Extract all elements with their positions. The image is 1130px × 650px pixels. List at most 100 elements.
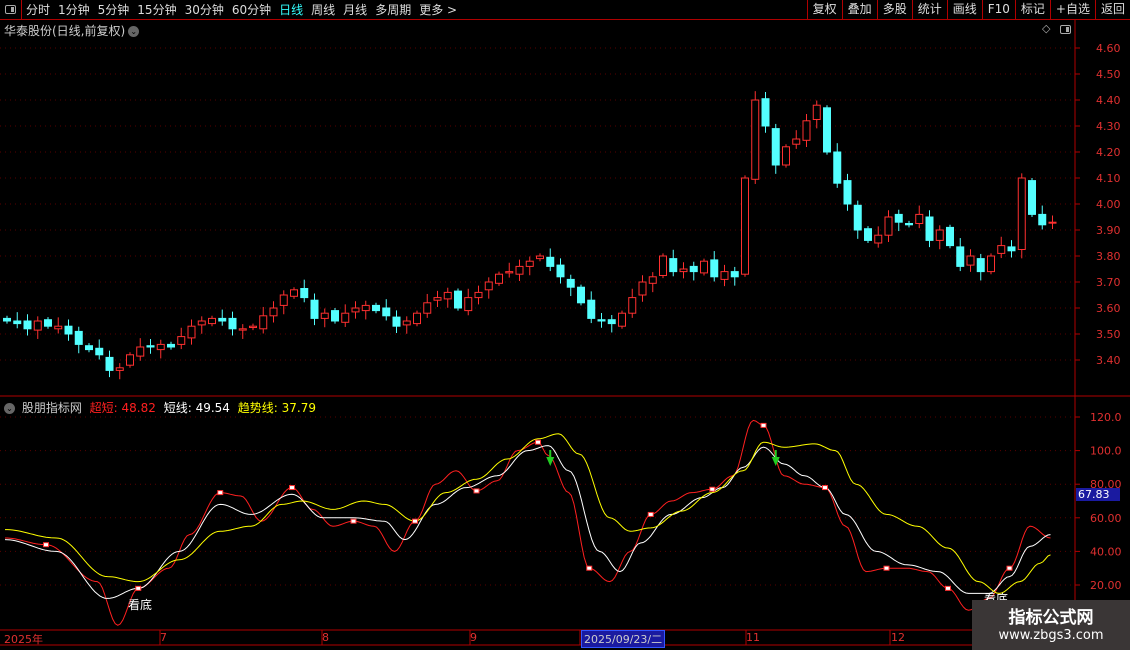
- candle-down: [956, 246, 965, 267]
- candle-up: [341, 312, 350, 323]
- candle-up: [648, 276, 657, 284]
- candle-down: [382, 307, 391, 317]
- signal-marker: [822, 485, 828, 491]
- candle-down: [146, 345, 155, 348]
- candle-down: [546, 256, 555, 267]
- candle-up: [54, 325, 63, 330]
- fast-line: [5, 419, 1051, 626]
- candle-up: [433, 297, 442, 301]
- candle-up: [238, 328, 247, 331]
- candle-up: [915, 213, 924, 224]
- candle-up: [443, 291, 452, 300]
- trend-line: [5, 433, 1051, 594]
- signal-marker: [350, 518, 357, 524]
- date-label: 2025年: [4, 633, 43, 646]
- candle-up: [413, 312, 421, 325]
- date-label: 9: [470, 631, 477, 644]
- candle-down: [74, 330, 83, 345]
- signal-marker: [43, 542, 49, 548]
- candle-up: [741, 177, 749, 275]
- candle-up: [208, 317, 216, 325]
- candle-up: [351, 307, 360, 313]
- sell-arrow-icon: [546, 450, 555, 466]
- candle-up: [259, 315, 268, 330]
- kline-chart[interactable]: 4.60 4.50 4.40 4.30 4.20 4.10 4.00 3.90 3.80 3.70…: [0, 0, 1130, 650]
- candle-down: [64, 325, 73, 335]
- candle-up: [618, 312, 626, 327]
- candle-up: [812, 104, 821, 120]
- candle-up: [249, 325, 257, 329]
- price-tick-label: 4.20: [1096, 146, 1121, 159]
- candle-down: [823, 107, 831, 153]
- indicator-name[interactable]: 股朋指标网: [22, 401, 82, 415]
- candle-down: [577, 286, 585, 304]
- candle-up: [720, 271, 729, 280]
- candle-down: [372, 304, 380, 312]
- candle-down: [1028, 180, 1036, 215]
- price-tick-label: 4.10: [1096, 172, 1121, 185]
- candle-down: [3, 317, 11, 322]
- candle-down: [556, 264, 565, 278]
- candle-down: [976, 258, 985, 273]
- signal-marker: [647, 511, 654, 517]
- candle-down: [669, 258, 678, 273]
- candle-down: [864, 228, 872, 241]
- selected-date: 2025/09/23/二: [581, 630, 666, 648]
- signal-marker: [217, 490, 224, 496]
- price-tick-label: 4.50: [1096, 68, 1121, 81]
- candle-down: [761, 98, 770, 127]
- price-tick-label: 4.00: [1096, 198, 1121, 211]
- candle-down: [392, 316, 401, 327]
- indicator-tick-label: 40.00: [1090, 545, 1122, 558]
- date-label: 12: [891, 631, 905, 644]
- candle-up: [802, 120, 811, 141]
- candle-down: [218, 317, 227, 322]
- date-label: 7: [160, 631, 167, 644]
- candle-up: [751, 99, 760, 180]
- candle-up: [177, 336, 186, 345]
- candle-up: [115, 367, 124, 371]
- price-tick-label: 3.40: [1096, 354, 1121, 367]
- candle-up: [792, 138, 801, 145]
- candle-down: [310, 299, 319, 319]
- short-line: [4, 445, 1051, 599]
- candle-up: [464, 297, 473, 312]
- candle-up: [935, 229, 944, 241]
- candle-down: [228, 317, 237, 330]
- price-tick-label: 3.80: [1096, 250, 1121, 263]
- candle-down: [833, 151, 842, 184]
- candle-up: [782, 146, 790, 166]
- indicator-tick-label: 20.00: [1090, 579, 1122, 592]
- candle-down: [710, 259, 719, 278]
- candle-up: [197, 320, 206, 326]
- candle-up: [659, 255, 667, 276]
- bottom-signal-label: 看底: [128, 598, 153, 612]
- candle-down: [566, 278, 575, 288]
- candle-down: [689, 265, 698, 273]
- candle-up: [679, 268, 688, 273]
- candle-up: [402, 320, 411, 326]
- price-tick-label: 3.60: [1096, 302, 1121, 315]
- candle-up: [156, 343, 165, 351]
- candle-down: [23, 320, 32, 330]
- candle-down: [300, 288, 309, 299]
- chevron-down-icon[interactable]: ⌄: [4, 403, 15, 414]
- candle-down: [730, 271, 739, 278]
- signal-marker: [1006, 565, 1013, 571]
- candle-down: [167, 343, 175, 348]
- price-tick-label: 4.30: [1096, 120, 1121, 133]
- candle-up: [136, 346, 145, 357]
- candle-up: [361, 304, 370, 312]
- signal-marker: [473, 488, 480, 494]
- candle-up: [997, 245, 1006, 254]
- candle-down: [587, 299, 596, 319]
- candle-up: [290, 289, 298, 297]
- indicator-tick-label: 120.0: [1090, 411, 1122, 424]
- candle-down: [454, 290, 462, 309]
- candle-up: [1017, 177, 1026, 250]
- candle-down: [853, 204, 862, 231]
- price-tick-label: 3.70: [1096, 276, 1121, 289]
- indicator-tick-label: 100.0: [1090, 445, 1122, 458]
- candle-up: [966, 255, 975, 266]
- candle-down: [44, 319, 52, 327]
